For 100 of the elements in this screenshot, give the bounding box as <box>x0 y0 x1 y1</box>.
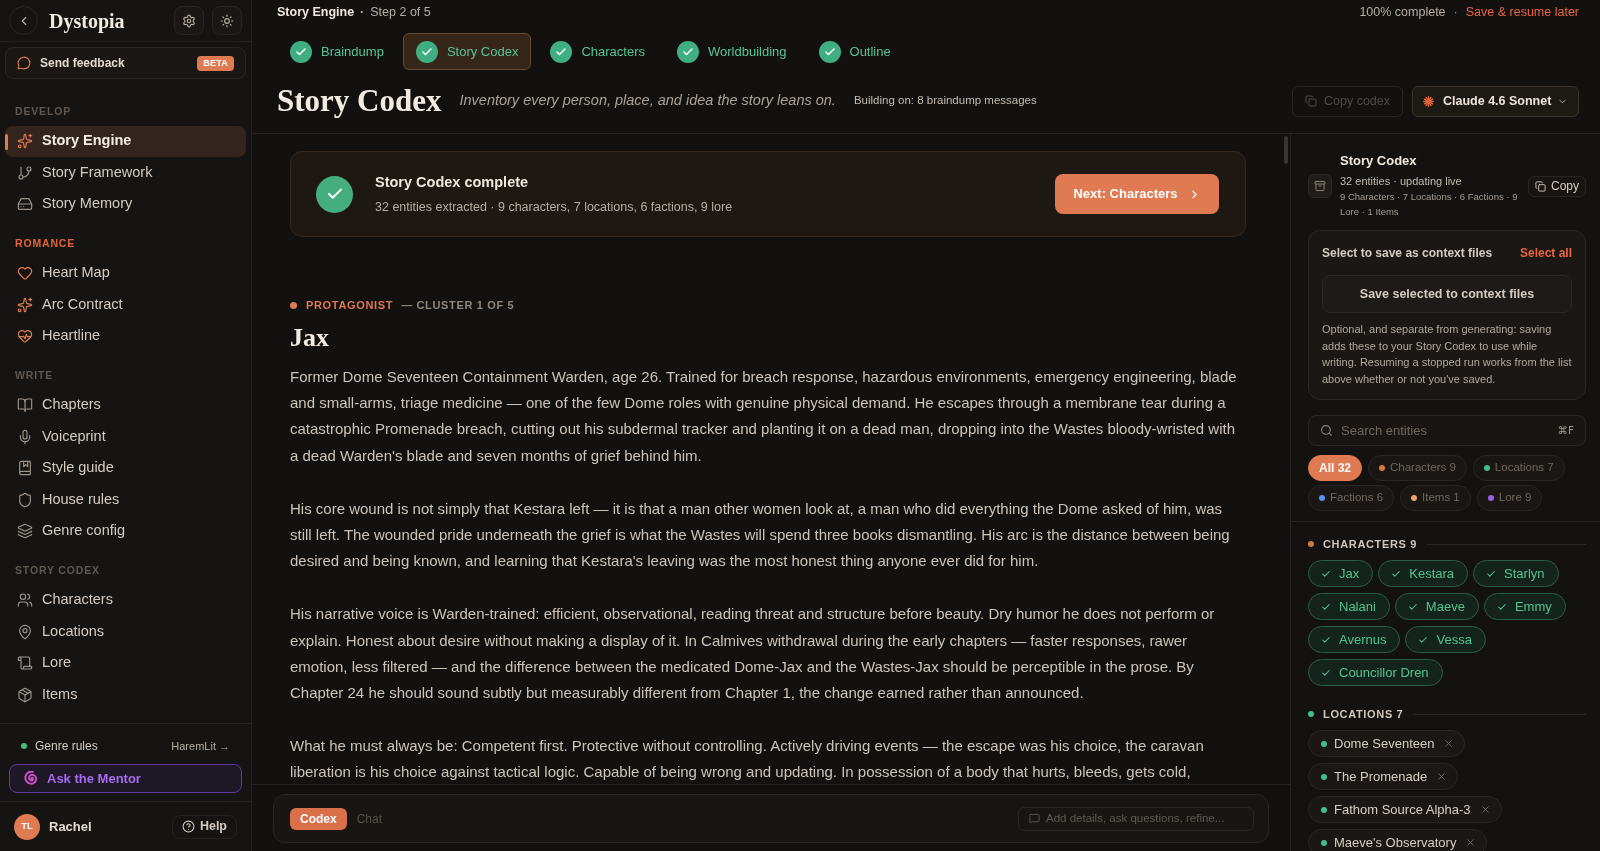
copy-icon <box>1305 95 1317 107</box>
select-all-button[interactable]: Select all <box>1519 244 1572 262</box>
panel-summary: 9 Characters · 7 Locations · 6 Factions · 9 Lore · 1 Items <box>1340 190 1519 219</box>
beta-badge: BETA <box>197 55 234 71</box>
cluster-label: — CLUSTER 1 OF 5 <box>401 297 515 313</box>
entity-chip[interactable]: Fathom Source Alpha-3 <box>1308 796 1502 823</box>
bookmarked-book-icon <box>17 460 33 477</box>
copy-icon <box>1535 180 1546 192</box>
search-field[interactable]: Search entities ⌘F <box>1308 415 1586 446</box>
context-note: Optional, and separate from generating: saving adds these to your Story Codex to use while writing. Resuming a stopped run works from the list above whether or not you've saved. <box>1322 322 1572 387</box>
card-detail: 32 entities extracted · 9 characters, 7 locations, 6 factions, 9 lore <box>375 198 733 216</box>
mentor-button[interactable]: Ask the Mentor <box>9 764 242 793</box>
entity-chip[interactable]: Councillor Dren <box>1308 659 1443 686</box>
close-icon <box>1465 837 1477 848</box>
nav-item[interactable]: Voiceprint <box>5 421 246 453</box>
step-tab[interactable]: Braindump <box>277 33 397 70</box>
entity-chip[interactable]: Starlyn <box>1473 560 1559 587</box>
save-context-button[interactable]: Save selected to context files <box>1322 275 1572 313</box>
sun-icon <box>220 13 234 28</box>
entity-chip[interactable]: Emmy <box>1483 593 1566 620</box>
entity-chip[interactable]: The Promenade <box>1308 763 1459 790</box>
section-heading: WRITE <box>14 368 55 382</box>
card-title: Story Codex complete <box>375 172 530 192</box>
shield-icon <box>17 491 33 508</box>
page-subtitle: Inventory every person, place, and idea the story leans on. <box>459 91 836 111</box>
step-tab[interactable]: Characters <box>537 33 658 70</box>
branch-icon <box>17 164 33 181</box>
nav-item[interactable]: Heart Map <box>5 257 246 289</box>
scroll-icon <box>17 655 33 672</box>
copy-button[interactable]: Copy <box>1528 175 1586 197</box>
genre-link[interactable]: HaremLit → <box>171 737 230 755</box>
feedback-button[interactable]: Send feedback BETA <box>5 47 246 79</box>
nav-item[interactable]: Story Framework <box>5 157 246 189</box>
nav-item[interactable]: Heartline <box>5 320 246 352</box>
section-heading: ROMANCE <box>14 236 77 250</box>
entity-chip[interactable]: Maeve's Observatory <box>1308 829 1488 851</box>
search-icon <box>1320 424 1333 437</box>
nav-item[interactable]: Lore <box>5 647 246 679</box>
check-icon <box>1391 568 1402 579</box>
help-icon <box>181 820 195 833</box>
microphone-icon <box>17 428 33 445</box>
context-prompt: Select to save as context files <box>1322 245 1493 262</box>
entity-chip[interactable]: Dome Seventeen <box>1308 730 1466 757</box>
panel-status: 32 entities · updating live <box>1340 174 1463 189</box>
layers-icon <box>17 523 33 540</box>
nav-item[interactable]: Arc Contract <box>5 289 246 321</box>
theme-toggle-button[interactable] <box>212 6 242 35</box>
box-icon <box>17 686 33 703</box>
open-book-icon <box>17 397 33 414</box>
help-button[interactable]: Help <box>171 814 237 839</box>
body-paragraph: His narrative voice is Warden-trained: efficient, observational, reading threat and structure before beauty. Dry humor he does not perform or explain. Honest about desire without making a display of it. In Calmives withdrawal during the early chapters — faster responses, rawer emotion, less filtered — and the difference between the medicated Dome-Jax and the Wastes-Jax should be perceptible in the prose. By Chapter 24 he should sound subtly but measurably different from Chapter 1, the change earned rather than announced. <box>290 604 1216 704</box>
shortcut-hint: ⌘F <box>1557 422 1574 438</box>
separator: · <box>1453 4 1458 22</box>
heart-pulse-icon <box>17 328 33 345</box>
check-icon <box>1321 667 1331 678</box>
spiral-icon <box>24 771 39 786</box>
entity-chip[interactable]: Kestara <box>1378 560 1469 587</box>
step-tab[interactable]: Outline <box>805 33 904 70</box>
model-select[interactable]: Claude 4.6 Sonnet <box>1412 85 1579 117</box>
save-resume-link[interactable]: Save & resume later <box>1465 3 1579 22</box>
body-paragraph: His core wound is not simply that Kestara left — it is that a man other women look at, a man who did everything the Dome asked of him, was still left. The wounded pride underneath the grief is what the Wastes will spend three books dismantling. His arc is the distance between being desired and being known, and learning that Kestara's leaving was the most honest thing anyone ever did for him. <box>290 498 1231 572</box>
brand-name: Dystopia <box>49 8 125 35</box>
close-icon <box>1436 771 1448 782</box>
section-heading: STORY CODEX <box>14 563 101 577</box>
nav-item[interactable]: Story Memory <box>5 188 246 220</box>
panel-title: Story Codex <box>1340 153 1418 169</box>
nav-item[interactable]: Items <box>5 679 246 711</box>
nav-item[interactable]: Story Engine <box>5 125 246 157</box>
nav-item[interactable]: Style guide <box>5 452 246 484</box>
nav-item[interactable]: Characters <box>5 584 246 616</box>
check-icon <box>1486 568 1497 579</box>
people-icon <box>17 592 33 609</box>
step-tab[interactable]: Worldbuilding <box>664 33 800 70</box>
chat-bubble-icon <box>1029 813 1040 824</box>
map-pin-icon <box>17 623 33 640</box>
check-icon <box>1418 634 1429 645</box>
role-label: PROTAGONIST <box>306 297 394 313</box>
entity-chip[interactable]: Maeve <box>1394 593 1479 620</box>
entity-chip[interactable]: Jax <box>1308 560 1374 587</box>
genre-rules-label: Genre rules <box>35 738 98 755</box>
step-tab[interactable]: Story Codex <box>402 33 532 70</box>
nav-item[interactable]: Locations <box>5 616 246 648</box>
nav-item[interactable]: House rules <box>5 484 246 516</box>
group-heading: CHARACTERS 9 <box>1323 536 1418 552</box>
sparkle-icon <box>17 296 33 313</box>
scrollbar-thumb[interactable] <box>1284 136 1288 164</box>
drive-icon <box>17 196 33 213</box>
entity-chip[interactable]: Avernus <box>1308 626 1401 653</box>
check-icon <box>1321 634 1331 645</box>
archive-icon <box>1308 174 1332 198</box>
settings-button[interactable] <box>174 6 204 35</box>
nav-item[interactable]: Genre config <box>5 515 246 547</box>
entity-name: Jax <box>290 322 330 354</box>
step-counter: Step 2 of 5 <box>370 4 431 22</box>
body-paragraph: What he must always be: Competent first. Protective without controlling. Actively driving events — the escape was his choice, the caravan liberation is his choice against tactical logic. Capable of being wrong and updating. In possession of a body that hurts, bleeds, gets cold, <box>290 736 1205 783</box>
entity-chip[interactable]: Vessa <box>1405 626 1486 653</box>
nav-item[interactable]: Chapters <box>5 389 246 421</box>
check-icon <box>1407 601 1418 612</box>
section-heading: DEVELOP <box>14 104 73 118</box>
entity-chip[interactable]: Nalani <box>1308 593 1390 620</box>
